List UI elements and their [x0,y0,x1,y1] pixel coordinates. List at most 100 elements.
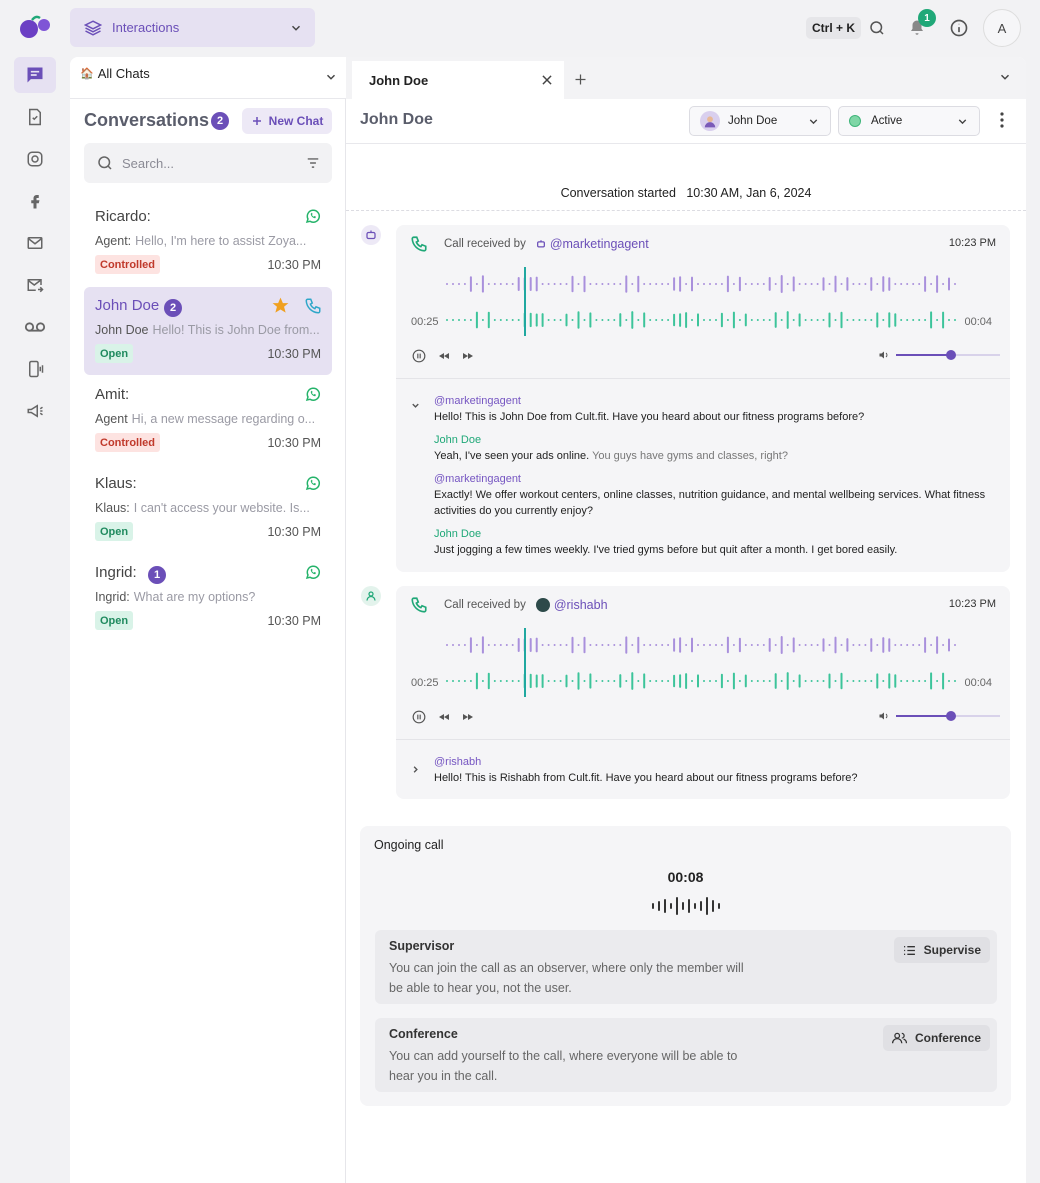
elapsed-time: 00:25 [411,677,439,689]
conference-button[interactable]: Conference [882,1025,990,1051]
rewind-icon[interactable] [438,712,450,722]
waveform-bar [882,276,885,292]
waveform-bar [475,311,478,329]
waveform-bar [942,283,945,285]
conversation-item[interactable]: Ricardo: Agent: Hello, I'm here to assist… [84,198,332,286]
waveform-bar [900,283,903,285]
waveform-bar [744,313,747,327]
volume-icon[interactable] [878,710,890,722]
waveform-bar [547,283,550,285]
supervise-button[interactable]: Supervise [893,937,990,963]
waveform-bar [631,283,634,285]
waveform-bar [786,283,789,285]
pause-icon[interactable] [412,349,426,363]
chevron-down-icon[interactable] [324,70,338,84]
conversation-item[interactable]: Klaus: Klaus: I can't access your website… [84,465,332,553]
workspace-label: Interactions [112,20,180,35]
conversation-item[interactable]: Amit: Agent Hi, a new message regarding o… [84,376,332,464]
filter-icon[interactable] [306,157,320,169]
waveform-bar [481,636,484,654]
chevron-down-icon[interactable] [998,70,1012,84]
waveform-bar [481,319,484,321]
volume-slider[interactable] [896,711,1000,721]
workspace-switcher[interactable]: Interactions [70,8,315,47]
waveform-bar [762,319,765,321]
user-avatar[interactable]: A [983,9,1021,47]
instagram-icon[interactable] [14,141,56,177]
waveform-bar [607,644,610,646]
volume-slider[interactable] [896,350,1000,360]
info-icon[interactable] [948,17,970,39]
call-card: Call received by @marketingagent 10:23 P… [396,225,1010,572]
chevron-down-icon [289,21,303,35]
conversation-item[interactable]: Ingrid: 1 Ingrid: What are my options? Op… [84,554,332,642]
waveform-bar [661,283,664,285]
facebook-icon[interactable] [14,183,56,219]
document-check-icon[interactable] [14,99,56,135]
waveform-bar [954,680,956,682]
chevron-down-icon [807,115,820,128]
waveform-bar [589,673,592,689]
waveform-bar [726,636,729,654]
all-chats-dropdown[interactable]: 🏠 All Chats [80,66,150,81]
waveform-bar [810,644,813,646]
voicemail-icon[interactable] [14,309,56,345]
volume-knob[interactable] [946,711,957,721]
waveform-bar [715,283,717,285]
fast-forward-icon[interactable] [462,712,474,722]
waveform-bar [667,680,670,682]
phone-device-icon[interactable] [14,351,56,387]
collapse-chevron-icon[interactable] [410,400,421,411]
waveform-bar [691,319,693,321]
close-icon[interactable] [540,73,554,87]
search-input[interactable] [122,155,298,171]
waveform-bar [607,319,610,321]
waveform-bar [535,313,538,327]
fast-forward-icon[interactable] [462,351,474,361]
waveform-bar [529,638,532,652]
waveform-bar [553,319,556,321]
ongoing-call-panel: Ongoing call 00:08 Supervisor You can jo… [360,826,1011,1106]
conversation-item-selected[interactable]: John Doe 2 John Doe Hello! This is John D… [84,287,332,375]
rewind-icon[interactable] [438,351,450,361]
volume-icon[interactable] [878,349,890,361]
chat-nav-icon[interactable] [14,57,56,93]
whatsapp-icon [304,474,322,492]
volume-knob[interactable] [946,350,957,360]
waveform-bar [858,319,861,321]
pause-icon[interactable] [412,710,426,724]
mail-forward-icon[interactable] [14,267,56,303]
waveform-bar [780,319,783,321]
expand-chevron-icon[interactable] [410,764,421,775]
phone-icon [410,235,428,253]
waveform-bar [446,680,448,682]
star-icon[interactable] [271,296,290,315]
tab-john-doe[interactable]: John Doe [352,61,564,99]
new-chat-label: New Chat [268,114,324,128]
search-icon[interactable] [866,17,888,39]
playhead[interactable] [524,628,526,697]
transcript-entry: @rishabh Hello! This is Rishabh from Cul… [434,754,994,786]
house-icon: 🏠 [80,68,94,80]
mail-icon[interactable] [14,225,56,261]
waveform-bar [565,644,568,646]
waveform-bar [858,283,861,285]
waveform-bar [637,636,640,654]
waveform-bar [864,319,867,321]
preview-text: Hi, a new message regarding o... [131,412,316,426]
assignee-dropdown[interactable]: John Doe [689,106,831,136]
app-logo[interactable] [18,14,54,42]
status-dropdown[interactable]: Active [838,106,980,136]
add-tab-icon[interactable] [573,72,588,87]
call-card: Call received by @rishabh 10:23 PM 00:25… [396,586,1010,799]
waveform-bar [792,680,795,682]
waveform-bar [535,276,538,292]
command-shortcut[interactable]: Ctrl + K [806,17,861,39]
more-options-icon[interactable] [999,112,1005,128]
timestamp: 10:30 PM [267,347,321,361]
waveform-bar [906,319,909,321]
new-chat-button[interactable]: New Chat [242,108,332,134]
megaphone-icon[interactable] [14,393,56,429]
playhead[interactable] [524,267,526,336]
waveform-bar [511,283,514,285]
